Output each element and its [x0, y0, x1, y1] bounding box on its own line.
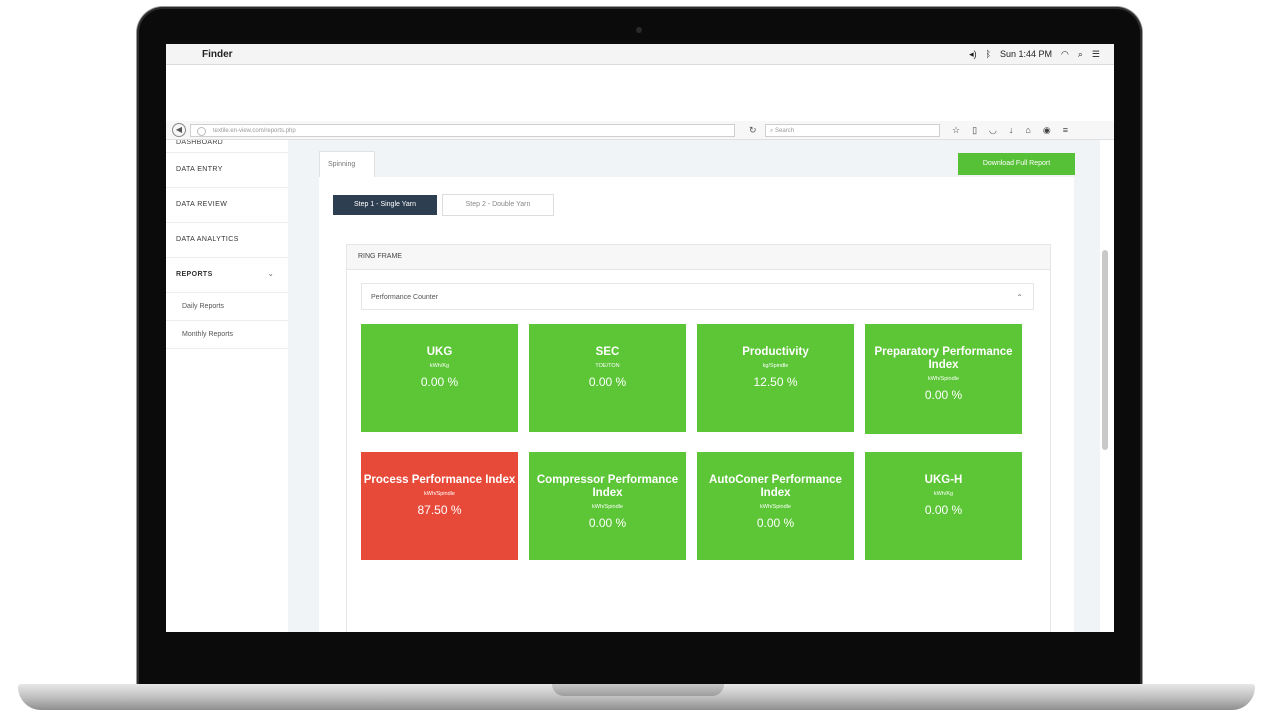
- scrollbar[interactable]: [1102, 250, 1108, 450]
- camera-icon: [636, 27, 642, 33]
- kpi-card-compressor[interactable]: Compressor Performance Index kWh/Spindle…: [529, 452, 686, 560]
- kpi-value: 0.00 %: [756, 516, 795, 530]
- kpi-unit: kWh/Spindle: [424, 491, 455, 497]
- performance-counter-title: Performance Counter: [371, 294, 438, 301]
- kpi-card-autoconer[interactable]: AutoConer Performance Index kWh/Spindle …: [697, 452, 854, 560]
- kpi-card-productivity[interactable]: Productivity kg/Spindle 12.50 %: [697, 324, 854, 432]
- wifi-icon[interactable]: ◠: [1061, 49, 1069, 60]
- screen: Finder ◂) ᛒ Sun 1:44 PM ◠ ⌕ ☰ ◀ textile.…: [166, 44, 1114, 632]
- sidebar-item-label: REPORTS: [176, 271, 213, 278]
- sidebar-item-data-entry[interactable]: DATA ENTRY: [166, 153, 288, 188]
- browser-icons: ☆ ▯ ◡ ↓ ⌂ ◉ ≡: [952, 125, 1068, 136]
- kpi-title: Productivity: [742, 346, 809, 358]
- info-icon[interactable]: [197, 126, 206, 136]
- kpi-title: Preparatory Performance Index: [874, 346, 1013, 371]
- report-panel: Step 1 - Single Yarn Step 2 - Double Yar…: [319, 177, 1074, 632]
- pocket-icon[interactable]: ◡: [989, 125, 997, 136]
- hamburger-menu-icon[interactable]: ≡: [1063, 125, 1068, 136]
- kpi-value: 0.00 %: [924, 388, 963, 402]
- kpi-unit: kWh/Kg: [429, 363, 450, 369]
- library-icon[interactable]: ▯: [972, 125, 977, 136]
- kpi-unit: kWh/Spindle: [592, 504, 623, 510]
- home-icon[interactable]: ⌂: [1025, 125, 1030, 136]
- kpi-unit: kg/Spindle: [762, 363, 789, 369]
- search-input[interactable]: ⌕ Search: [765, 123, 940, 137]
- kpi-value: 12.50 %: [753, 375, 798, 389]
- kpi-unit: kWh/Spindle: [760, 504, 791, 510]
- chevron-down-icon: ⌄: [267, 271, 274, 278]
- sidebar-subitem-monthly-reports[interactable]: Monthly Reports: [166, 321, 288, 349]
- kpi-title: UKG: [426, 346, 453, 358]
- kpi-unit: TOE/TON: [595, 363, 620, 369]
- ring-frame-title: RING FRAME: [347, 245, 1050, 270]
- main-content: Spinning Download Full Report Step 1 - S…: [288, 140, 1100, 632]
- sidebar-item-dashboard[interactable]: DASHBOARD: [166, 140, 288, 153]
- kpi-title: Process Performance Index: [363, 474, 516, 486]
- kpi-unit: kWh/Spindle: [928, 376, 959, 382]
- web-page: DASHBOARD DATA ENTRY DATA REVIEW DATA AN…: [166, 140, 1114, 632]
- kpi-title: Compressor Performance Index: [536, 474, 679, 499]
- kpi-title: AutoConer Performance Index: [709, 474, 842, 499]
- sidebar-subitem-daily-reports[interactable]: Daily Reports: [166, 293, 288, 321]
- kpi-value: 0.00 %: [924, 503, 963, 517]
- mac-menubar: Finder ◂) ᛒ Sun 1:44 PM ◠ ⌕ ☰: [166, 44, 1114, 65]
- step-1-button[interactable]: Step 1 - Single Yarn: [333, 195, 437, 215]
- download-report-button[interactable]: Download Full Report: [958, 153, 1075, 175]
- kpi-value: 87.50 %: [417, 503, 462, 517]
- search-placeholder: Search: [775, 127, 795, 134]
- sidebar-item-data-analytics[interactable]: DATA ANALYTICS: [166, 223, 288, 258]
- kpi-value: 0.00 %: [588, 375, 627, 389]
- browser-toolbar: ◀ textile.en-view.com/reports.php ↻ ⌕ Se…: [166, 121, 1114, 140]
- url-text: textile.en-view.com/reports.php: [213, 127, 296, 134]
- bookmark-star-icon[interactable]: ☆: [952, 125, 960, 136]
- ring-frame-panel: RING FRAME Performance Counter ⌃ UKG kWh…: [346, 244, 1051, 632]
- kpi-title: SEC: [595, 346, 620, 358]
- back-arrow-icon[interactable]: ◀: [172, 123, 186, 137]
- tab-spinning[interactable]: Spinning: [319, 151, 375, 177]
- chevron-up-icon[interactable]: ⌃: [1016, 284, 1023, 311]
- sidebar-item-data-review[interactable]: DATA REVIEW: [166, 188, 288, 223]
- sidebar-item-reports[interactable]: REPORTS ⌄: [166, 258, 288, 293]
- reload-icon[interactable]: ↻: [749, 125, 761, 136]
- sync-icon[interactable]: ◉: [1043, 125, 1051, 136]
- bluetooth-icon[interactable]: ᛒ: [986, 49, 991, 59]
- menu-status-area: ◂) ᛒ Sun 1:44 PM ◠ ⌕ ☰: [969, 49, 1100, 60]
- kpi-unit: kWh/Kg: [933, 491, 954, 497]
- menu-clock[interactable]: Sun 1:44 PM: [1000, 49, 1052, 59]
- kpi-title: UKG-H: [924, 474, 963, 486]
- kpi-card-sec[interactable]: SEC TOE/TON 0.00 %: [529, 324, 686, 432]
- kpi-value: 0.00 %: [588, 516, 627, 530]
- url-bar[interactable]: textile.en-view.com/reports.php: [190, 123, 735, 137]
- laptop-notch: [552, 684, 724, 696]
- kpi-card-ukg-h[interactable]: UKG-H kWh/Kg 0.00 %: [865, 452, 1022, 560]
- apple-icon[interactable]: [178, 48, 190, 60]
- sidebar: DASHBOARD DATA ENTRY DATA REVIEW DATA AN…: [166, 140, 289, 632]
- kpi-value: 0.00 %: [420, 375, 459, 389]
- notification-icon[interactable]: ☰: [1092, 49, 1100, 60]
- download-icon[interactable]: ↓: [1009, 125, 1014, 136]
- performance-counter-header[interactable]: Performance Counter ⌃: [361, 283, 1034, 310]
- step-2-button[interactable]: Step 2 - Double Yarn: [442, 194, 554, 216]
- menu-app-name[interactable]: Finder: [202, 49, 233, 60]
- kpi-card-process[interactable]: Process Performance Index kWh/Spindle 87…: [361, 452, 518, 560]
- volume-icon[interactable]: ◂): [969, 49, 977, 60]
- kpi-card-ukg[interactable]: UKG kWh/Kg 0.00 %: [361, 324, 518, 432]
- spotlight-icon[interactable]: ⌕: [1078, 49, 1083, 60]
- kpi-card-preparatory[interactable]: Preparatory Performance Index kWh/Spindl…: [865, 324, 1022, 434]
